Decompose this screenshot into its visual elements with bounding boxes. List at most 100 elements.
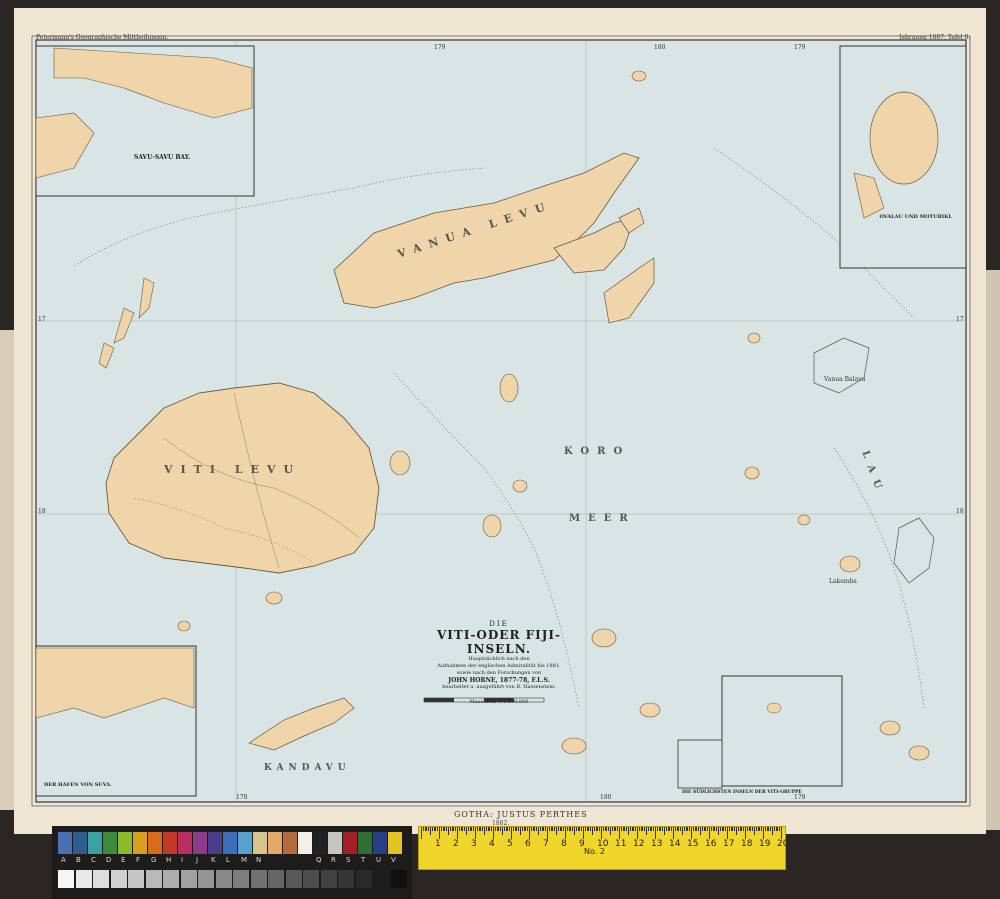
gray-patch xyxy=(338,870,354,888)
label-vanua-balavu: Vanua Balavu xyxy=(824,376,866,383)
label-lakemba: Lakemba xyxy=(829,578,857,585)
swatch-letter: M xyxy=(241,856,248,864)
label-viti-levu: VITI LEVU xyxy=(164,463,302,476)
swatch-letter: G xyxy=(151,856,157,864)
color-swatch xyxy=(223,832,237,854)
ruler-brand: No. 2 xyxy=(584,847,605,856)
swatch-letter: A xyxy=(61,856,66,864)
ruler-number: 4 xyxy=(489,839,495,849)
color-swatch xyxy=(343,832,357,854)
color-swatch xyxy=(253,832,267,854)
color-swatch xyxy=(328,832,342,854)
ruler-number: 16 xyxy=(705,839,717,849)
ruler-number: 18 xyxy=(741,839,753,849)
color-swatch xyxy=(88,832,102,854)
coord-right-2: 18 xyxy=(956,508,964,515)
credit: bearbeitet u. ausgeführt von B. Hassenst… xyxy=(442,684,556,690)
ruler-number: 12 xyxy=(633,839,645,849)
color-swatch xyxy=(268,832,282,854)
gray-patch xyxy=(93,870,109,888)
coord-top-3: 179 xyxy=(794,44,806,51)
swatch-letter: N xyxy=(256,856,262,864)
swatch-letter: F xyxy=(136,856,141,864)
color-swatch xyxy=(208,832,222,854)
gray-patch xyxy=(233,870,249,888)
swatch-letter: T xyxy=(361,856,366,864)
ruler-number: 6 xyxy=(525,839,531,849)
inset-ovalau-label: OVALAU UND MOTURIKI. xyxy=(879,214,953,220)
color-swatch xyxy=(298,832,312,854)
ruler-number: 15 xyxy=(687,839,699,849)
color-swatch xyxy=(58,832,72,854)
journal-header: Petermann's Geographische Mittheilungen. xyxy=(36,34,169,41)
ruler-number: 17 xyxy=(723,839,735,849)
color-swatch xyxy=(238,832,252,854)
color-swatch xyxy=(193,832,207,854)
gray-patch xyxy=(198,870,214,888)
gray-patch xyxy=(110,870,127,888)
color-swatch xyxy=(148,832,162,854)
coord-left-2: 18 xyxy=(38,508,46,515)
gray-patch xyxy=(128,870,144,888)
inset-suva-label: DER HAFEN VON SUVA. xyxy=(44,782,112,788)
swatch-letter: J xyxy=(196,856,199,864)
coord-top-1: 179 xyxy=(434,44,446,51)
label-meer: MEER xyxy=(569,513,636,524)
gray-patch xyxy=(250,870,267,888)
gray-patch xyxy=(163,870,179,888)
plate-number: Jahrgang 1887, Tafel 8. xyxy=(899,34,971,41)
map-title-block: DIE VITI-ODER FIJI-INSELN. Hauptsächlich… xyxy=(409,620,589,706)
swatch-letter: C xyxy=(91,856,96,864)
color-swatch xyxy=(388,832,402,854)
ruler-number: 7 xyxy=(543,839,549,849)
color-swatch xyxy=(163,832,177,854)
color-swatch xyxy=(178,832,192,854)
label-kandavu: KANDAVU xyxy=(264,763,351,773)
ruler-tick xyxy=(781,827,782,839)
author: JOHN HORNE, 1877-78, F.L.S. xyxy=(448,677,550,684)
ruler-number: 1 xyxy=(435,839,441,849)
map-title: VITI-ODER FIJI-INSELN. xyxy=(436,628,561,656)
gray-patch xyxy=(373,870,389,888)
ruler-number: 5 xyxy=(507,839,513,849)
subtitle-3: sowie nach den Forschungen von xyxy=(456,670,542,676)
measuring-ruler: 1 2 3 4 5 6 7 8 9 10 11 12 13 14 15 16 17 18 19 20 No. 2 xyxy=(418,826,789,870)
swatch-letter: H xyxy=(166,856,172,864)
inset-savu-label: SAVU-SAVU BAY. xyxy=(134,154,191,161)
gray-patch xyxy=(145,870,162,888)
swatch-letter: D xyxy=(106,856,112,864)
color-swatch xyxy=(358,832,372,854)
ruler-number: 8 xyxy=(561,839,567,849)
map-sheet: Petermann's Geographische Mittheilungen.… xyxy=(14,8,986,834)
gray-patch xyxy=(320,870,337,888)
gray-patch xyxy=(75,870,92,888)
ruler-number: 14 xyxy=(669,839,681,849)
ruler-number: 13 xyxy=(651,839,663,849)
gray-patch xyxy=(285,870,302,888)
swatch-letter: K xyxy=(211,856,216,864)
coord-bottom-2: 180 xyxy=(600,794,612,801)
swatch-letter: E xyxy=(121,856,126,864)
swatch-letter: Q xyxy=(316,856,322,864)
color-swatch xyxy=(118,832,132,854)
coord-bottom-1: 178 xyxy=(236,794,248,801)
label-koro: KORO xyxy=(564,446,631,457)
subtitle-1: Hauptsächlich nach den xyxy=(468,656,530,662)
scale-text: Maassstab 1:1.500.000 xyxy=(469,699,529,705)
publisher: GOTHA: JUSTUS PERTHES xyxy=(454,810,588,819)
swatch-letter: B xyxy=(76,856,81,864)
color-swatch xyxy=(313,832,327,854)
inset-south xyxy=(721,675,843,787)
coord-left-1: 17 xyxy=(38,316,46,323)
color-swatch xyxy=(283,832,297,854)
swatch-letter: L xyxy=(226,856,230,864)
swatch-letter: R xyxy=(331,856,336,864)
gray-patch xyxy=(303,870,319,888)
gray-patch xyxy=(58,870,74,888)
ruler-number: 19 xyxy=(759,839,771,849)
inset-south-label: DIE SÜDLICHSTEN INSELN DER VITI-GRUPPE xyxy=(682,790,802,795)
ruler-number: 20 xyxy=(777,839,789,849)
color-swatch xyxy=(373,832,387,854)
fiji-map xyxy=(31,35,971,807)
subtitle-2: Aufnahmen der englischen Admiralität bis… xyxy=(437,663,561,669)
